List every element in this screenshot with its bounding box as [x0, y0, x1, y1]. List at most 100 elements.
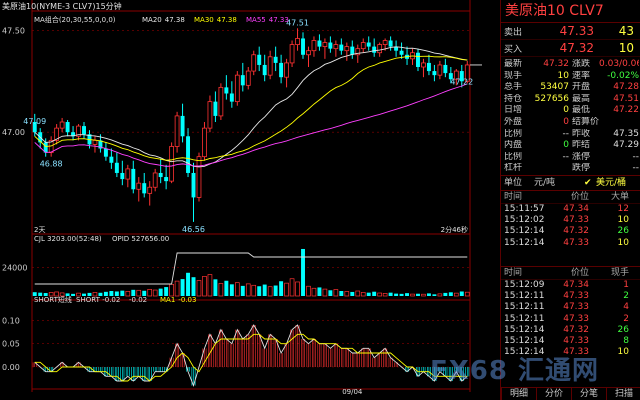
- volume-bar: [284, 282, 289, 297]
- tick-row[interactable]: 15:12:02 47.33 10: [501, 215, 640, 226]
- volume-bar: [240, 285, 245, 296]
- candle-body: [109, 156, 114, 163]
- short-legend-item: SHORT -0.02: [76, 296, 120, 304]
- stat-l2-1: 速率: [572, 70, 591, 81]
- ma-legend-name: MA30: [194, 16, 214, 24]
- tick-row[interactable]: 15:12:09 47.34 1: [501, 280, 640, 291]
- stat-l1-1: 现手: [504, 70, 523, 81]
- tick-row[interactable]: 15:12:14 47.32 26: [501, 226, 640, 237]
- ticks-header-1: 时间 价位 大单: [501, 191, 640, 204]
- volume-bar: [453, 292, 459, 297]
- stat-v2-2: 47.28: [613, 82, 639, 93]
- volume-bar: [301, 248, 305, 296]
- kline-chart-area[interactable]: 47.50 47.00 47.51 47.22 46.56 46.88 47.09 美原油10…: [0, 0, 500, 400]
- candle-body: [382, 40, 388, 45]
- candle-body: [432, 71, 437, 76]
- watermark-logo: FX68 汇通网: [430, 356, 600, 386]
- tick-t: 15:12:14: [504, 324, 545, 335]
- volume-bar: [459, 291, 464, 296]
- volume-bar: [432, 294, 437, 296]
- stat-v2-6: 47.35: [613, 128, 639, 139]
- currency-check-icon[interactable]: ✔: [584, 176, 596, 190]
- tick-list[interactable]: 15:12:09 47.34 1 15:12:11 47.33 2 15:12:11 47.3…: [501, 280, 640, 358]
- stat-l2-3: 最高: [572, 93, 591, 104]
- stat-v2-0: 0.03/0.06%: [599, 59, 639, 69]
- candle-body: [180, 115, 185, 137]
- sell-row[interactable]: 卖出 47.33 43: [501, 23, 640, 40]
- stat-l1-9: 杠杆: [504, 163, 523, 174]
- tick-row[interactable]: 15:12:14 47.33 8: [501, 336, 640, 347]
- candle-body: [257, 54, 262, 65]
- volume-bar: [245, 283, 251, 297]
- short-line: [34, 324, 468, 388]
- candle-body: [328, 42, 333, 49]
- volume-bar: [158, 288, 163, 296]
- volume-bar: [273, 285, 278, 296]
- ticks-header-2: 时间 价位 现手: [501, 265, 640, 280]
- tick-row[interactable]: 15:12:11 47.33 4: [501, 302, 640, 313]
- candle-body: [82, 126, 86, 135]
- candle-body: [131, 168, 136, 190]
- tick-p: 47.33: [563, 335, 589, 346]
- volume-bar: [416, 293, 420, 296]
- volume-bar: [317, 287, 322, 296]
- tick-row[interactable]: 15:11:57 47.34 12: [501, 204, 640, 215]
- candle-body: [114, 162, 119, 173]
- candle-body: [218, 86, 224, 117]
- quote-panel: 美原油10 CLV7 卖出 47.33 43 买入 47.32 10 最新 47.…: [500, 0, 640, 400]
- buy-row[interactable]: 买入 47.32 10: [501, 40, 640, 57]
- ma-legend-name: MA55: [246, 16, 266, 24]
- buy-label: 买入: [504, 44, 523, 55]
- candle-body: [388, 40, 393, 47]
- candle-body: [377, 44, 383, 54]
- candle-body: [339, 44, 344, 51]
- volume-tick-label: 24000: [2, 263, 27, 272]
- col-time-2: 时间: [504, 267, 523, 278]
- volume-bar: [213, 279, 218, 296]
- short-ma1-line: [34, 333, 468, 382]
- tick-v: 10: [617, 215, 629, 226]
- candle-body: [366, 42, 371, 47]
- kline-chart-svg[interactable]: 47.50 47.00 47.51 47.22 46.56 46.88 47.09 美原油10…: [0, 0, 500, 400]
- tick-row[interactable]: 15:12:14 47.33 10: [501, 238, 640, 249]
- volume-bar: [437, 293, 443, 297]
- tick-p: 47.33: [563, 291, 589, 302]
- volume-bar: [186, 272, 191, 296]
- col-price-2: 价位: [570, 267, 589, 278]
- col-time: 时间: [504, 191, 523, 202]
- stat-v2-1: -0.02%: [607, 70, 639, 81]
- volume-bar: [311, 287, 317, 297]
- candle-body: [443, 64, 448, 74]
- volume-bar: [174, 280, 180, 297]
- tick-t: 15:12:14: [504, 237, 545, 248]
- currency-toggle[interactable]: 美元/桶: [596, 176, 626, 190]
- volume-bar: [196, 280, 202, 297]
- ma-legend-ma55: MA55 47.33: [246, 16, 289, 24]
- volume-bar: [322, 288, 328, 297]
- big-order-list[interactable]: 15:11:57 47.34 12 15:12:02 47.33 10 15:12:14 47…: [501, 204, 640, 266]
- tick-row[interactable]: 15:12:11 47.33 2: [501, 291, 640, 302]
- candle-body: [164, 177, 169, 182]
- candle-body: [142, 183, 147, 194]
- stat-v1-7: 0: [563, 140, 569, 151]
- candle-body: [229, 93, 234, 102]
- candle-body: [289, 44, 295, 64]
- volume-bar: [207, 274, 213, 297]
- price-tick-label: 47.50: [2, 26, 25, 35]
- tick-row[interactable]: 15:12:11 47.33 2: [501, 314, 640, 325]
- col-size-2: 现手: [610, 267, 629, 278]
- short-tick-label: 0.00: [2, 363, 20, 372]
- stat-l2-8: 涨停: [572, 151, 591, 162]
- short-legend-value: -0.02: [102, 296, 120, 304]
- volume-bar: [234, 282, 240, 297]
- candle-body: [279, 62, 284, 78]
- tick-v: 2: [623, 313, 629, 324]
- stat-l2-6: 昨收: [572, 128, 591, 139]
- price-annotation: 47.09: [23, 117, 46, 126]
- quote-stats: 最新 47.32涨跌 0.03/0.06% 现手 10速率 -0.02% 总手 53407开盘…: [501, 57, 640, 175]
- ma-legend-name: MA20: [142, 16, 162, 24]
- tick-row[interactable]: 15:12:14 47.32 26: [501, 325, 640, 336]
- stat-v2-9: --: [632, 163, 640, 174]
- short-legend-value: -0.02: [129, 296, 147, 304]
- candle-body: [147, 186, 153, 194]
